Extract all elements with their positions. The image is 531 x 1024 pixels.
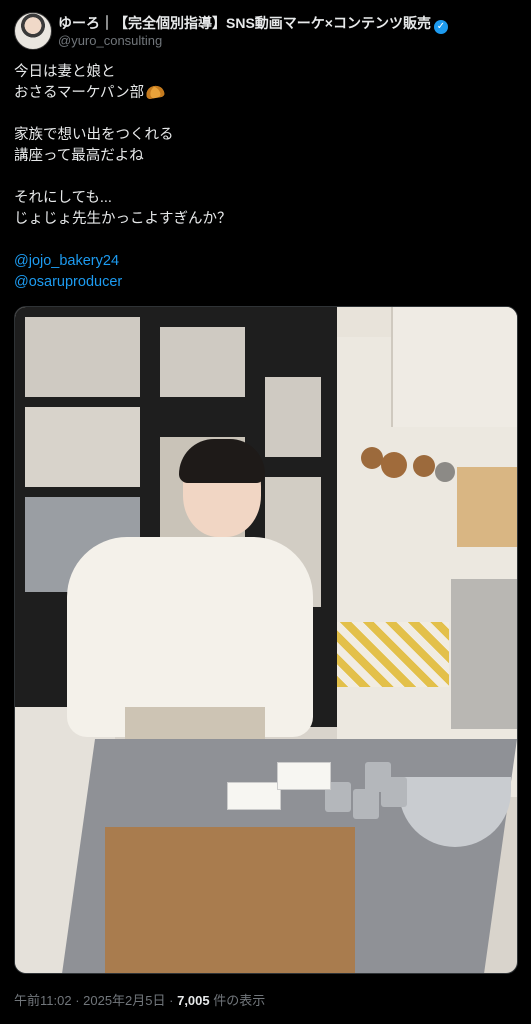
tweet-line: 講座って最高だよね	[14, 148, 144, 164]
croissant-icon	[145, 84, 165, 100]
view-count: 7,005	[177, 993, 210, 1008]
mention-link-osaru[interactable]: @osaruproducer	[14, 272, 517, 293]
author-name-row[interactable]: ゆーろ｜【完全個別指導】SNS動画マーケ×コンテンツ販売 ✓	[58, 13, 448, 34]
author-display-name[interactable]: ゆーろ｜【完全個別指導】SNS動画マーケ×コンテンツ販売	[58, 15, 431, 31]
tweet-text: 今日は妻と娘と おさるマーケパン部 家族で想い出をつくれる 講座って最高だよね …	[14, 62, 517, 293]
mention-link-jojo[interactable]: @jojo_bakery24	[14, 251, 517, 272]
avatar[interactable]	[14, 12, 52, 50]
verified-badge-icon: ✓	[433, 20, 448, 34]
tweet-header: ゆーろ｜【完全個別指導】SNS動画マーケ×コンテンツ販売 ✓ @yuro_cons…	[14, 10, 517, 50]
tweet-line: おさるマーケパン部	[14, 83, 517, 104]
photo-range-hood	[391, 307, 517, 427]
tweet-line: 今日は妻と娘と	[14, 64, 116, 80]
photo-fridge	[451, 579, 517, 729]
photo-counter-drawers	[105, 827, 355, 973]
tweet-time[interactable]: 午前11:02	[14, 993, 72, 1008]
tweet-photo[interactable]	[14, 306, 518, 974]
photo-tiles	[337, 622, 449, 687]
tweet-line: じょじょ先生かっこよすぎんか？	[14, 211, 232, 227]
tweet-line: それにしても...	[14, 190, 112, 206]
photo-wood-panel	[457, 467, 517, 547]
view-count-label: 件の表示	[209, 993, 266, 1008]
tweet-date[interactable]: 2025年2月5日	[83, 993, 165, 1008]
tweet-line: 家族で想い出をつくれる	[14, 127, 174, 143]
tweet-footer: 午前11:02 · 2025年2月5日 · 7,005 件の表示	[14, 993, 266, 1008]
author-handle[interactable]: @yuro_consulting	[58, 33, 162, 48]
